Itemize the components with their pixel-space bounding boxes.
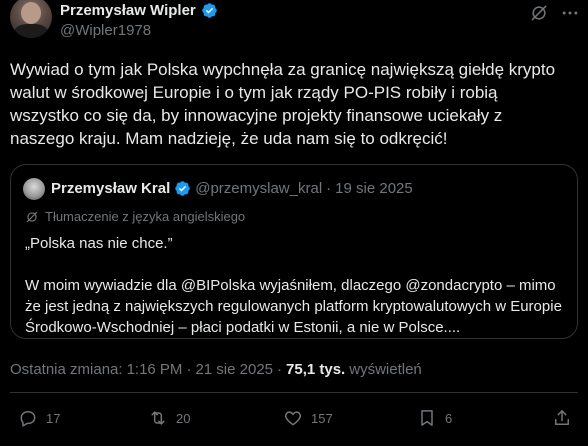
quoted-author-avatar[interactable] — [23, 178, 45, 200]
quoted-author-handle[interactable]: @przemyslaw_kral — [195, 180, 322, 197]
repost-button[interactable]: 20 — [148, 408, 190, 428]
bookmark-count: 6 — [445, 410, 453, 426]
quoted-author-display-name[interactable]: Przemysław Kral — [51, 180, 170, 197]
reply-icon — [20, 411, 36, 427]
more-options-icon[interactable] — [560, 3, 580, 23]
separator-dot: · — [186, 361, 192, 378]
repost-count: 20 — [176, 410, 191, 426]
author-display-name[interactable]: Przemysław Wipler — [60, 2, 196, 19]
share-button[interactable] — [552, 408, 572, 428]
quoted-tweet-card[interactable]: Przemysław Kral @przemyslaw_kral · 19 si… — [10, 164, 578, 339]
heart-icon — [284, 411, 302, 426]
bookmark-button[interactable]: 6 — [417, 408, 452, 428]
quoted-tweet-header: Przemysław Kral @przemyslaw_kral · 19 si… — [51, 180, 413, 197]
action-bar: 17 20 157 6 — [0, 408, 588, 436]
tweet-meta: Ostatnia zmiana: 1:16 PM · 21 sie 2025 ·… — [10, 361, 422, 378]
tweet-text: Wywiad o tym jak Polska wypchnęła za gra… — [10, 60, 556, 148]
author-avatar[interactable] — [10, 0, 52, 38]
verified-badge-icon — [175, 181, 190, 196]
translation-label: Tłumaczenie z języka angielskiego — [45, 209, 246, 224]
reply-button[interactable]: 17 — [18, 408, 60, 428]
like-button[interactable]: 157 — [283, 408, 333, 428]
separator-dot: · — [277, 361, 283, 378]
edited-label[interactable]: Ostatnia zmiana: — [10, 361, 123, 378]
bookmark-icon — [421, 410, 433, 426]
like-count: 157 — [311, 410, 333, 426]
grok-icon[interactable] — [529, 3, 549, 23]
quoted-tweet-date[interactable]: 19 sie 2025 — [335, 180, 413, 197]
translation-notice: Tłumaczenie z języka angielskiego — [25, 209, 245, 224]
tweet-header: Przemysław Wipler @Wipler1978 — [0, 0, 588, 50]
quoted-tweet-line: W moim wywiadzie dla @BIPolska wyjaśniłe… — [25, 277, 562, 336]
grok-icon — [26, 211, 38, 222]
views-count: 75,1 tys. — [286, 361, 346, 378]
tweet-time[interactable]: 1:16 PM — [127, 361, 183, 378]
verified-badge-icon — [202, 3, 217, 18]
repost-icon — [151, 411, 165, 425]
tweet-date[interactable]: 21 sie 2025 — [195, 361, 273, 378]
share-icon — [555, 410, 569, 425]
divider — [10, 392, 578, 393]
author-handle[interactable]: @Wipler1978 — [60, 22, 151, 39]
reply-count: 17 — [46, 410, 61, 426]
quoted-tweet-text: „Polska nas nie chce.” W moim wywiadzie … — [25, 233, 570, 338]
views-label: wyświetleń — [349, 361, 422, 378]
separator-dot: · — [326, 180, 332, 197]
quoted-tweet-line: „Polska nas nie chce.” — [25, 235, 173, 252]
author-name-row: Przemysław Wipler — [60, 2, 218, 19]
